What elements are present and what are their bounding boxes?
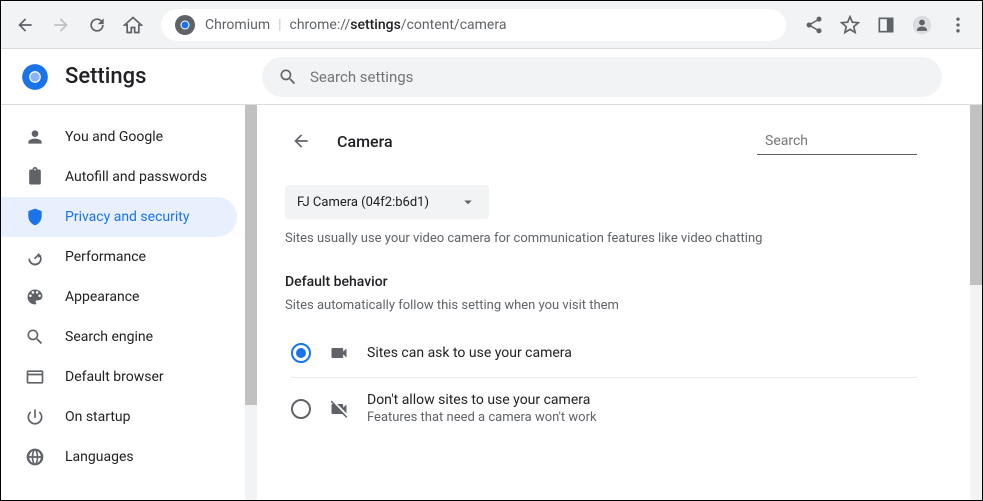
sidebar-item-label: Search engine (65, 329, 153, 345)
settings-header: Settings (1, 49, 982, 105)
sidebar-item-label: Performance (65, 249, 146, 265)
camera-option-0[interactable]: Sites can ask to use your camera (291, 329, 917, 378)
speed-icon (25, 247, 45, 267)
option-label: Don't allow sites to use your camera (367, 392, 597, 408)
url-text: chrome://settings/content/camera (290, 17, 507, 33)
sidebar-item-default-browser[interactable]: Default browser (1, 357, 237, 397)
option-sublabel: Features that need a camera won't work (367, 410, 597, 425)
assignment-icon (25, 167, 45, 187)
chromium-icon (173, 13, 197, 37)
chromium-logo-icon (21, 63, 49, 91)
search-settings-input[interactable] (310, 68, 926, 86)
sidebar-item-on-startup[interactable]: On startup (1, 397, 237, 437)
search-settings-box[interactable] (262, 57, 942, 97)
page-title: Camera (337, 132, 393, 151)
sidebar-scrollbar[interactable] (245, 105, 257, 500)
default-behavior-title: Default behavior (285, 274, 917, 290)
content-search-box[interactable] (757, 128, 917, 155)
home-button[interactable] (117, 9, 149, 41)
address-bar[interactable]: Chromium | chrome://settings/content/cam… (161, 9, 786, 41)
content-area: Camera FJ Camera (04f2:b6d1) Sites usual… (257, 105, 982, 500)
sidebar-item-label: On startup (65, 409, 131, 425)
sidebar-item-label: Default browser (65, 369, 164, 385)
back-arrow-button[interactable] (285, 125, 317, 157)
sidebar-item-privacy-and-security[interactable]: Privacy and security (1, 197, 237, 237)
sidebar-item-languages[interactable]: Languages (1, 437, 237, 477)
camera-selected-label: FJ Camera (04f2:b6d1) (297, 195, 429, 210)
power-icon (25, 407, 45, 427)
option-label: Sites can ask to use your camera (367, 345, 572, 361)
person-icon (25, 127, 45, 147)
radio-button[interactable] (291, 399, 311, 419)
web-icon (25, 367, 45, 387)
back-button[interactable] (9, 9, 41, 41)
camera-description: Sites usually use your video camera for … (285, 231, 917, 246)
content-scrollbar[interactable] (970, 105, 982, 500)
sidebar-item-autofill-and-passwords[interactable]: Autofill and passwords (1, 157, 237, 197)
sidebar-item-label: Privacy and security (65, 209, 189, 225)
forward-button[interactable] (45, 9, 77, 41)
default-behavior-subtitle: Sites automatically follow this setting … (285, 298, 917, 313)
globe-icon (25, 447, 45, 467)
sidebar-item-appearance[interactable]: Appearance (1, 277, 237, 317)
profile-button[interactable] (906, 9, 938, 41)
sidebar-item-performance[interactable]: Performance (1, 237, 237, 277)
videocam-icon (329, 343, 349, 363)
share-button[interactable] (798, 9, 830, 41)
dropdown-arrow-icon (459, 193, 477, 211)
reload-button[interactable] (81, 9, 113, 41)
search-icon (25, 327, 45, 347)
browser-toolbar: Chromium | chrome://settings/content/cam… (1, 1, 982, 49)
sidebar-item-label: Autofill and passwords (65, 169, 207, 185)
sidebar-item-search-engine[interactable]: Search engine (1, 317, 237, 357)
sidebar-item-label: Appearance (65, 289, 139, 305)
content-search-input[interactable] (765, 133, 943, 149)
videocam-off-icon (329, 399, 349, 419)
palette-icon (25, 287, 45, 307)
shield-icon (25, 207, 45, 227)
settings-title: Settings (65, 64, 146, 89)
sidebar-item-you-and-google[interactable]: You and Google (1, 117, 237, 157)
sidebar: You and Google Autofill and passwords Priv… (1, 105, 257, 500)
camera-option-1[interactable]: Don't allow sites to use your camera Feat… (291, 378, 917, 439)
sidebar-item-label: You and Google (65, 129, 163, 145)
bookmark-button[interactable] (834, 9, 866, 41)
radio-button[interactable] (291, 343, 311, 363)
url-prefix: Chromium (205, 17, 270, 33)
menu-button[interactable] (942, 9, 974, 41)
sidebar-item-label: Languages (65, 449, 134, 465)
search-icon (278, 67, 298, 87)
camera-select-dropdown[interactable]: FJ Camera (04f2:b6d1) (285, 185, 489, 219)
panel-button[interactable] (870, 9, 902, 41)
